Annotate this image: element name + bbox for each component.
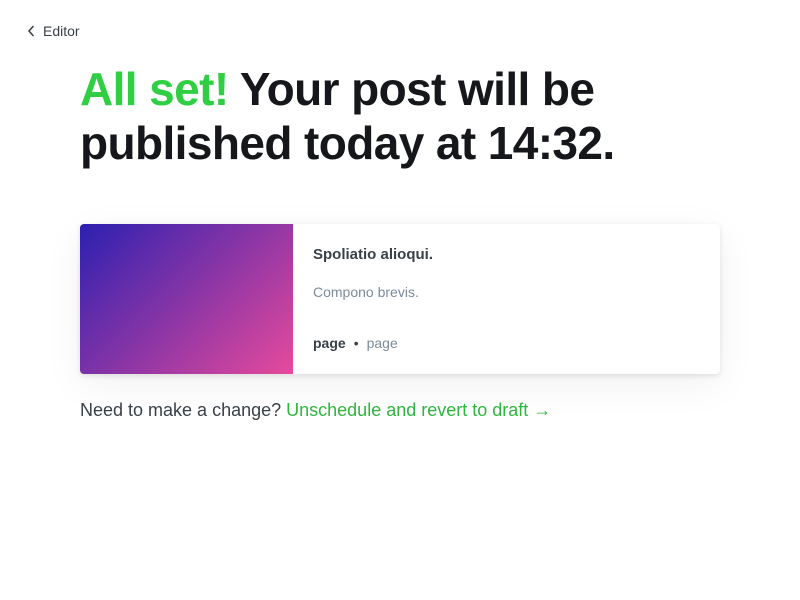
publish-confirmation-page: Editor All set! Your post will be publis… (0, 0, 800, 600)
post-type-secondary: page (366, 335, 398, 351)
post-meta: page • page (313, 335, 398, 351)
change-prompt-text: Need to make a change? (80, 400, 287, 420)
page-title: All set! Your post will be published tod… (80, 62, 740, 170)
post-excerpt: Compono brevis. (313, 284, 419, 300)
post-card-body: Spoliatio alioqui. Compono brevis. page … (293, 224, 720, 374)
change-prompt-line: Need to make a change? Unschedule and re… (80, 400, 551, 421)
post-preview-card[interactable]: Spoliatio alioqui. Compono brevis. page … (80, 224, 720, 374)
unschedule-revert-link[interactable]: Unschedule and revert to draft → (286, 400, 551, 420)
post-title: Spoliatio alioqui. (313, 246, 433, 263)
back-to-editor-link[interactable]: Editor (27, 23, 80, 39)
chevron-left-icon (27, 25, 35, 37)
post-type: page (313, 335, 346, 351)
headline-accent: All set! (80, 63, 229, 115)
post-feature-image (80, 224, 293, 374)
back-link-label: Editor (43, 23, 80, 39)
meta-separator: • (353, 335, 359, 351)
